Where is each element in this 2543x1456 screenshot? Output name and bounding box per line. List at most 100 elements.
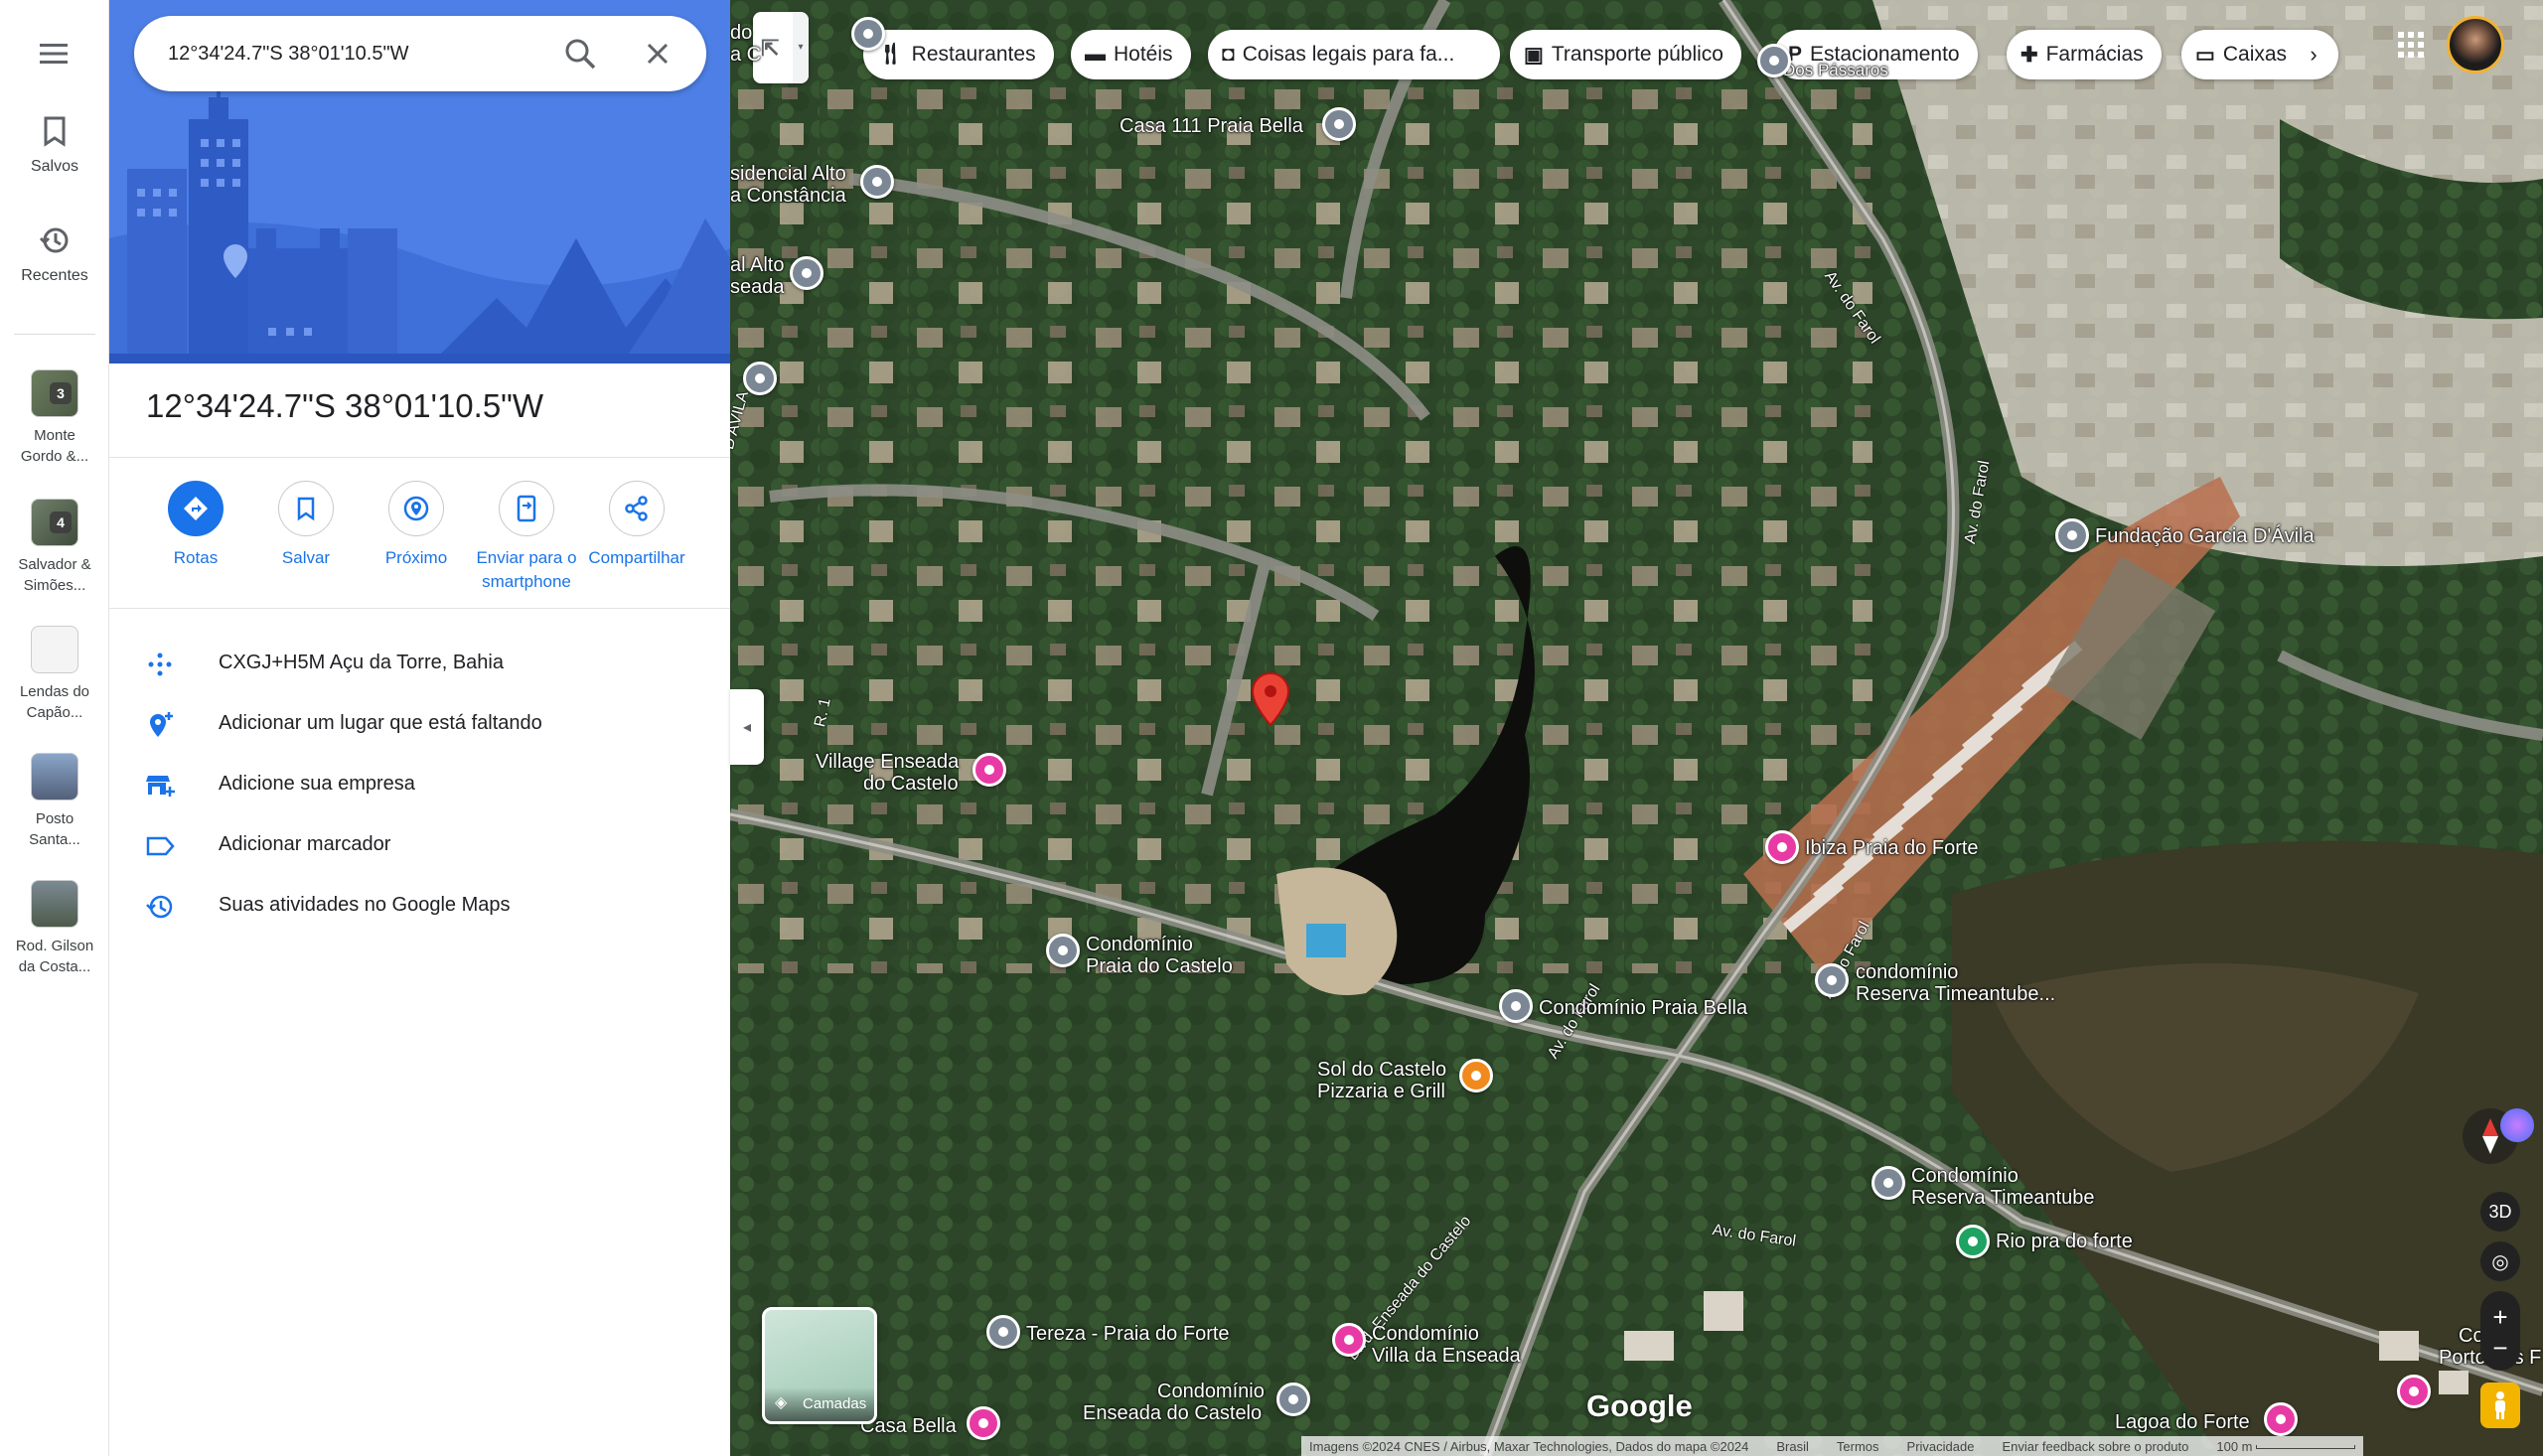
send-to-phone-button[interactable]: Enviar para o smartphone xyxy=(471,481,582,594)
street-view-pegman-icon[interactable] xyxy=(2480,1383,2520,1428)
recent-place-item[interactable]: 4 Salvador & Simões... xyxy=(0,499,109,596)
search-box[interactable] xyxy=(134,16,706,91)
rail-divider xyxy=(14,334,95,335)
hamburger-menu-icon[interactable] xyxy=(38,42,70,66)
3d-toggle-button[interactable]: 3D xyxy=(2480,1192,2520,1232)
chip-hotels[interactable]: ▬ Hotéis xyxy=(1071,30,1191,79)
map-label: Praia do Castelo xyxy=(1086,955,1233,977)
bookmark-icon xyxy=(0,115,109,152)
place-pin[interactable] xyxy=(860,165,894,199)
chevron-down-icon[interactable]: ▾ xyxy=(793,12,809,83)
hotel-pin[interactable] xyxy=(1765,830,1799,864)
hotel-pin[interactable] xyxy=(2264,1402,2298,1436)
chip-things-to-do[interactable]: ◘ Coisas legais para fa... xyxy=(1208,30,1500,79)
layers-button[interactable]: ◈ Camadas xyxy=(762,1307,877,1424)
satellite-map[interactable]: ⇱ ▾ 🍴︎ Restaurantes ▬ Hotéis ◘ Coisas legai… xyxy=(730,0,2543,1456)
add-label-text: Adicionar marcador xyxy=(219,833,391,855)
chip-pharmacies[interactable]: ✚ Farmácias xyxy=(2007,30,2162,79)
scale-bar[interactable]: 100 m xyxy=(2216,1439,2356,1454)
terms-link[interactable]: Termos xyxy=(1837,1439,1879,1454)
zoom-out-button[interactable]: − xyxy=(2492,1335,2507,1361)
map-label: Condomínio xyxy=(1911,1165,2019,1187)
chip-label: Coisas legais para fa... xyxy=(1242,43,1455,66)
hotel-pin[interactable] xyxy=(967,1406,1000,1440)
avatar[interactable] xyxy=(2447,16,2504,73)
chip-restaurants[interactable]: 🍴︎ Restaurantes xyxy=(863,30,1054,79)
add-label-row[interactable]: Adicionar marcador xyxy=(109,815,730,875)
label-icon xyxy=(145,831,175,861)
plus-code-text: CXGJ+H5M Açu da Torre, Bahia xyxy=(219,652,504,673)
map-label: seada xyxy=(730,276,785,298)
place-title: 12°34'24.7"S 38°01'10.5"W xyxy=(146,387,544,424)
recent-place-label: Posto xyxy=(35,810,75,827)
recent-place-item[interactable]: Lendas do Capão... xyxy=(0,626,109,723)
share-button[interactable]: Compartilhar xyxy=(581,481,692,570)
maps-activity-row[interactable]: Suas atividades no Google Maps xyxy=(109,876,730,936)
nearby-button[interactable]: Próximo xyxy=(361,481,472,570)
place-pin[interactable] xyxy=(1276,1383,1310,1416)
map-label: do xyxy=(730,22,753,44)
place-pin[interactable] xyxy=(743,362,777,395)
place-pin[interactable] xyxy=(1871,1166,1905,1200)
recent-place-item[interactable]: 3 Monte Gordo &... xyxy=(0,369,109,467)
map-label: Dos Pássaros xyxy=(1783,61,1888,79)
chip-transit[interactable]: ▣ Transporte público xyxy=(1510,30,1741,79)
divider xyxy=(109,457,730,458)
hotel-pin[interactable] xyxy=(972,753,1006,787)
add-missing-place-row[interactable]: Adicionar um lugar que está faltando xyxy=(109,694,730,754)
place-pin[interactable] xyxy=(986,1315,1020,1349)
map-label: a C xyxy=(730,44,762,66)
collapse-panel-button[interactable]: ◂ xyxy=(730,689,764,765)
place-pin[interactable] xyxy=(2055,518,2089,552)
place-thumbnail xyxy=(31,880,78,928)
country-link[interactable]: Brasil xyxy=(1776,1439,1809,1454)
add-missing-place-text: Adicionar um lugar que está faltando xyxy=(219,712,542,734)
feedback-link[interactable]: Enviar feedback sobre o produto xyxy=(2002,1439,2188,1454)
add-business-row[interactable]: Adicione sua empresa xyxy=(109,755,730,814)
recent-place-item[interactable]: Posto Santa... xyxy=(0,753,109,850)
camera-icon: ◘ xyxy=(1222,43,1235,66)
recent-place-label: Lendas do xyxy=(19,683,90,700)
bookmark-icon xyxy=(278,481,334,536)
place-pin[interactable] xyxy=(851,17,885,51)
place-pin[interactable] xyxy=(1322,107,1356,141)
recent-place-item[interactable]: Rod. Gilson da Costa... xyxy=(0,880,109,977)
zoom-in-button[interactable]: + xyxy=(2492,1304,2507,1330)
directions-button[interactable]: Rotas xyxy=(140,481,251,570)
gemini-icon[interactable] xyxy=(2500,1108,2534,1142)
recent-place-label: da Costa... xyxy=(18,958,91,975)
saved-button[interactable]: Salvos xyxy=(0,115,109,176)
place-pin[interactable] xyxy=(1499,989,1533,1023)
recents-button[interactable]: Recentes xyxy=(0,224,109,285)
place-pin[interactable] xyxy=(1046,934,1080,967)
map-label: Ibiza Praia do Forte xyxy=(1805,837,1979,859)
selected-location-marker[interactable] xyxy=(1251,671,1290,727)
place-pin[interactable] xyxy=(790,256,823,290)
imagery-attribution: Imagens ©2024 CNES / Airbus, Maxar Techn… xyxy=(1309,1438,1749,1454)
transit-layer-toggle[interactable]: ⇱ ▾ xyxy=(753,12,809,83)
place-pin[interactable] xyxy=(1757,44,1791,77)
hotel-pin[interactable] xyxy=(1332,1323,1366,1357)
my-location-icon: ◎ xyxy=(2491,1250,2509,1273)
chevron-right-icon[interactable]: › xyxy=(2299,40,2328,70)
chip-label: Restaurantes xyxy=(911,43,1036,66)
place-pin[interactable] xyxy=(1815,963,1849,997)
search-icon[interactable] xyxy=(561,35,599,73)
satellite-imagery xyxy=(730,0,2543,1456)
park-pin[interactable] xyxy=(1956,1225,1990,1258)
hotel-pin[interactable] xyxy=(2397,1375,2431,1408)
plus-code-row[interactable]: CXGJ+H5M Açu da Torre, Bahia xyxy=(109,634,730,693)
maps-activity-text: Suas atividades no Google Maps xyxy=(219,894,511,916)
saved-label: Salvos xyxy=(30,158,79,175)
my-location-button[interactable]: ◎ xyxy=(2480,1241,2520,1281)
apps-grid-icon[interactable] xyxy=(2394,28,2428,62)
recent-place-label: Capão... xyxy=(26,704,83,721)
privacy-link[interactable]: Privacidade xyxy=(1907,1439,1975,1454)
count-badge: 4 xyxy=(50,511,72,533)
transit-layer-icon: ⇱ xyxy=(761,36,780,61)
layers-label: Camadas xyxy=(803,1395,867,1412)
restaurant-pin[interactable] xyxy=(1459,1059,1493,1092)
search-input[interactable] xyxy=(168,36,545,72)
close-icon[interactable] xyxy=(639,35,676,73)
save-button[interactable]: Salvar xyxy=(250,481,362,570)
